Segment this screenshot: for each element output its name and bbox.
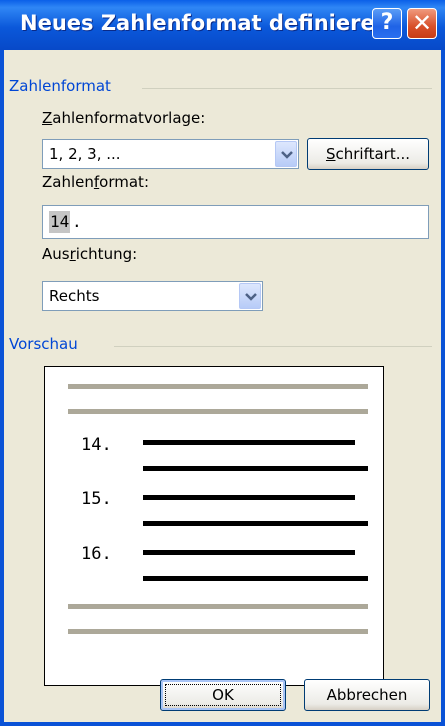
- preview-text-line: [143, 576, 368, 581]
- number-format-input[interactable]: 14 .: [42, 205, 429, 239]
- preview-context-line: [68, 384, 368, 389]
- preview-text-line: [143, 440, 355, 445]
- preview-context-line: [68, 629, 368, 634]
- chevron-down-icon: [281, 151, 293, 159]
- preview-text-line: [143, 495, 355, 500]
- focus-rectangle: [165, 684, 281, 706]
- number-template-value: 1, 2, 3, ...: [49, 145, 121, 163]
- ok-button[interactable]: OK: [160, 679, 286, 711]
- number-format-selected-text: 14: [49, 211, 71, 233]
- help-icon: ?: [380, 10, 394, 35]
- alignment-select[interactable]: Rechts: [42, 281, 263, 311]
- preview-context-line: [68, 604, 368, 609]
- preview-number: 14.: [81, 435, 112, 455]
- font-button[interactable]: Schriftart...: [307, 138, 429, 170]
- close-button[interactable]: ✕: [407, 8, 437, 39]
- dialog-body: Zahlenformat Zahlenformatvorlage: 1, 2, …: [4, 50, 441, 722]
- help-button[interactable]: ?: [372, 8, 402, 39]
- template-label: Zahlenformatvorlage:: [42, 109, 206, 127]
- preview-number: 15.: [81, 489, 112, 509]
- alignment-label: Ausrichtung:: [42, 245, 138, 263]
- preview-group-label: Vorschau: [9, 335, 78, 353]
- preview-text-line: [143, 521, 368, 526]
- format-label: Zahlenformat:: [42, 173, 149, 191]
- number-format-text: .: [72, 212, 82, 231]
- group-divider: [142, 88, 432, 89]
- alignment-value: Rechts: [49, 287, 100, 305]
- close-icon: ✕: [411, 9, 433, 37]
- group-divider: [114, 346, 432, 347]
- number-format-group-label: Zahlenformat: [9, 77, 111, 95]
- preview-area: 14. 15. 16.: [44, 366, 384, 686]
- dialog-window: Neues Zahlenformat definieren ? ✕ Zahlen…: [0, 0, 445, 726]
- dropdown-button[interactable]: [275, 141, 297, 167]
- preview-text-line: [143, 550, 355, 555]
- dropdown-button[interactable]: [239, 283, 261, 309]
- cancel-button[interactable]: Abbrechen: [304, 679, 430, 711]
- preview-number: 16.: [81, 544, 112, 564]
- preview-text-line: [143, 466, 368, 471]
- chevron-down-icon: [245, 293, 257, 301]
- number-template-select[interactable]: 1, 2, 3, ...: [42, 139, 299, 169]
- dialog-title: Neues Zahlenformat definieren: [20, 11, 390, 35]
- title-bar[interactable]: Neues Zahlenformat definieren ? ✕: [0, 0, 445, 50]
- preview-context-line: [68, 409, 368, 414]
